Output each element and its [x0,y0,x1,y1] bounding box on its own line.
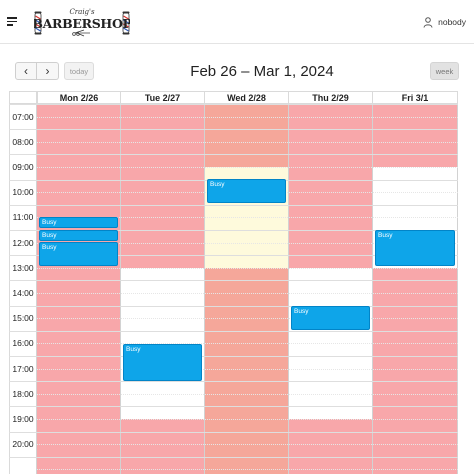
grid-line [37,167,458,168]
grid-line [9,104,458,105]
grid-line [37,318,458,320]
time-label: 17:00 [12,363,34,374]
grid-line [37,393,458,395]
time-label: 07:00 [12,111,34,122]
grid-line [9,330,458,332]
time-label: 18:00 [12,388,34,399]
unavailable-block [373,268,457,474]
event-busy[interactable]: Busy [39,230,118,241]
time-label: 11:00 [12,212,34,223]
event-busy[interactable]: Busy [207,179,286,203]
grid-line [9,204,458,206]
user-name: nobody [438,17,466,27]
grid-line [9,406,458,408]
chevron-right-icon: › [45,64,50,78]
time-label: 10:00 [12,187,34,198]
day-header-fri: Fri 3/1 [373,91,458,104]
grid-line [9,305,458,307]
user-icon [423,16,433,28]
unavailable-block [289,419,372,474]
grid-line [9,456,458,458]
day-header-thu: Thu 2/29 [289,91,373,104]
day-header-mon: Mon 2/26 [37,91,121,104]
next-week-button[interactable]: › [37,62,59,80]
svg-text:BARBERSHOP: BARBERSHOP [34,16,130,31]
grid-line [37,444,458,446]
unavailable-block [205,268,288,474]
calendar-title: Feb 26 – Mar 1, 2024 [190,63,334,80]
grid-line [37,469,458,471]
event-busy[interactable]: Busy [375,230,455,266]
event-busy[interactable]: Busy [39,217,118,228]
prev-week-button[interactable]: ‹ [15,62,37,80]
chevron-left-icon: ‹ [24,64,28,78]
day-header-wed: Wed 2/28 [205,91,289,104]
time-gutter-header [9,91,37,104]
time-label: 08:00 [12,136,34,147]
menu-icon[interactable] [7,17,17,26]
grid-line [9,154,458,156]
day-header-tue: Tue 2/27 [121,91,205,104]
event-busy[interactable]: Busy [291,306,370,330]
event-busy[interactable]: Busy [39,242,118,266]
event-busy[interactable]: Busy [123,344,202,381]
grid-line [37,141,458,143]
time-label: 13:00 [12,262,34,273]
grid-line [37,419,458,420]
time-label: 09:00 [12,162,34,172]
grid-line [9,381,458,383]
time-label: 20:00 [12,439,34,450]
time-label: 12:00 [12,237,34,248]
grid-line [37,368,458,370]
grid-line [9,356,458,357]
time-label: 14:00 [12,288,34,298]
unavailable-block [205,104,288,167]
grid-line [37,343,458,345]
grid-line [9,280,458,282]
week-view-button[interactable]: week [430,62,459,80]
unavailable-block [373,104,457,167]
svg-text:Craig's: Craig's [69,8,95,16]
week-calendar: Mon 2/26 Tue 2/27 Wed 2/28 Thu 2/29 Fri … [9,91,458,474]
grid-line [9,431,458,433]
unavailable-block [121,419,204,474]
grid-line [37,293,458,294]
grid-line [9,129,458,131]
time-label: 15:00 [12,313,34,324]
top-bar: Craig's BARBERSHOP nobody [0,0,474,44]
time-label: 16:00 [12,338,34,349]
time-label: 19:00 [12,414,34,424]
user-menu[interactable]: nobody [423,15,466,29]
barbershop-logo[interactable]: Craig's BARBERSHOP [34,5,130,39]
nav-button-group: ‹ › [15,62,59,80]
grid-line [37,267,458,269]
today-button[interactable]: today [64,62,94,80]
grid-line [37,116,458,118]
